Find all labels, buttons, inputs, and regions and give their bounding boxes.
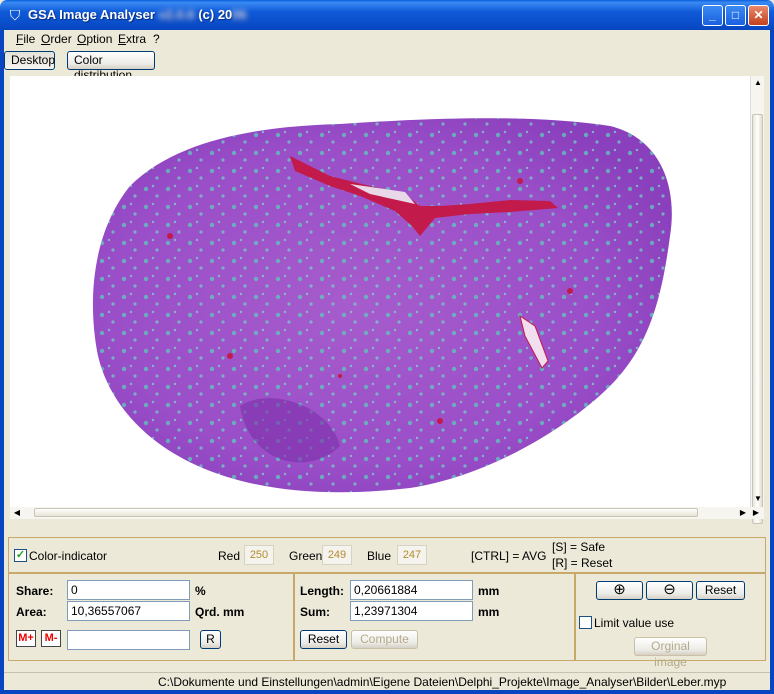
maximize-button[interactable]: □ [725, 5, 746, 26]
close-button[interactable]: ✕ [748, 5, 769, 26]
color-indicator-label: Color-indicator [29, 549, 108, 563]
share-label: Share: [16, 584, 54, 598]
minimize-button[interactable]: _ [702, 5, 723, 26]
tissue-image [92, 118, 672, 493]
title-year: 06 [232, 7, 247, 22]
status-bar: C:\Dokumente und Einstellungen\admin\Eig… [4, 672, 770, 690]
memory-recall-button[interactable]: R [200, 630, 221, 649]
vertical-scroll-thumb[interactable] [752, 114, 763, 524]
app-icon: ⛉ [9, 7, 21, 23]
green-label: Green [289, 549, 323, 563]
title-name: GSA Image Analyser [28, 7, 159, 22]
memory-input[interactable] [67, 630, 190, 650]
scroll-right-end-icon[interactable]: ▶ [751, 508, 761, 518]
limit-value-label: Limit value use [594, 616, 675, 630]
scroll-up-icon[interactable]: ▲ [753, 78, 763, 88]
tab-color-distribution[interactable]: Color distribution [67, 51, 155, 82]
zoom-in-icon[interactable]: ⊕ [596, 581, 643, 600]
menu-file[interactable]: File [16, 32, 35, 46]
window-frame-right [770, 30, 774, 694]
menu-extra[interactable]: Extra [118, 32, 146, 46]
original-image-button[interactable]: Orginal image [634, 637, 707, 669]
ctrl-avg-hint: [CTRL] = AVG [471, 549, 547, 563]
zoom-out-icon[interactable]: ⊖ [646, 581, 693, 600]
sum-unit: mm [478, 605, 500, 619]
green-value: 249 [322, 545, 352, 565]
limit-value-checkbox[interactable] [579, 616, 592, 629]
zoom-reset-button[interactable]: Reset [696, 581, 745, 600]
scroll-left-icon[interactable]: ◀ [12, 508, 22, 518]
length-input[interactable]: 0,20661884 [350, 580, 473, 600]
title-version: v2.0.6 [158, 7, 195, 22]
menu-bar: File Order Option Extra ? [4, 30, 770, 48]
file-path: C:\Dokumente und Einstellungen\admin\Eig… [158, 675, 727, 689]
area-input[interactable]: 10,36557067 [67, 601, 190, 621]
red-label: Red [218, 549, 241, 563]
reset-hint: [R] = Reset [552, 556, 613, 570]
length-unit: mm [478, 584, 500, 598]
window-title: GSA Image Analyser v2.0.6 (c) 2006 [28, 7, 247, 22]
menu-order[interactable]: Order [41, 32, 72, 46]
color-indicator-checkbox[interactable]: ✓ [14, 549, 27, 562]
share-input[interactable]: 0 [67, 580, 190, 600]
red-value: 250 [244, 545, 274, 565]
compute-button[interactable]: Compute [351, 630, 418, 649]
memory-plus-button[interactable]: M+ [16, 630, 36, 647]
memory-minus-button[interactable]: M- [41, 630, 61, 647]
safe-hint: [S] = Safe [552, 540, 606, 554]
blue-label: Blue [367, 549, 392, 563]
tab-desktop[interactable]: Desktop [4, 51, 55, 70]
horizontal-scrollbar[interactable]: ◀ ▶ ▶ [10, 507, 764, 519]
scroll-right-icon[interactable]: ▶ [738, 508, 748, 518]
title-copyright: (c) 20 [194, 7, 233, 22]
area-unit: Qrd. mm [195, 605, 245, 619]
image-viewport[interactable] [10, 76, 750, 507]
menu-help[interactable]: ? [153, 32, 160, 46]
horizontal-scroll-thumb[interactable] [34, 508, 698, 517]
sum-input[interactable]: 1,23971304 [350, 601, 473, 621]
window-frame-bottom [0, 690, 774, 694]
sum-label: Sum: [300, 605, 330, 619]
menu-option[interactable]: Option [77, 32, 112, 46]
share-unit: % [195, 584, 206, 598]
blue-value: 247 [397, 545, 427, 565]
length-label: Length: [300, 584, 344, 598]
length-reset-button[interactable]: Reset [300, 630, 347, 649]
area-label: Area: [16, 605, 47, 619]
window-frame-left [0, 30, 4, 694]
scroll-down-icon[interactable]: ▼ [753, 494, 763, 504]
title-bar: ⛉ GSA Image Analyser v2.0.6 (c) 2006 _ □… [0, 0, 774, 30]
vertical-scrollbar[interactable]: ▲ ▼ [750, 76, 764, 524]
